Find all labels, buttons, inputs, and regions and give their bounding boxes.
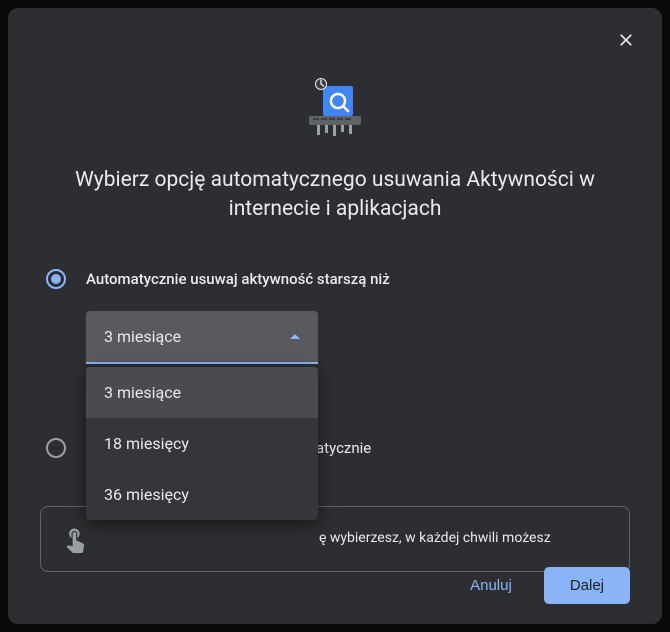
duration-select-trigger[interactable]: 3 miesiące	[86, 311, 318, 364]
duration-select: 3 miesiące 3 miesiące 18 miesięcy 36 mie…	[86, 311, 318, 364]
duration-option-18m[interactable]: 18 miesięcy	[86, 418, 318, 469]
dialog-footer: Anuluj Dalej	[452, 567, 630, 604]
next-button[interactable]: Dalej	[544, 567, 630, 604]
tap-gesture-icon	[61, 525, 89, 553]
shredder-icon	[299, 78, 371, 138]
option-auto-delete[interactable]: Automatycznie usuwaj aktywność starszą n…	[46, 269, 624, 289]
info-text: ę wybierzesz, w każdej chwili możesz	[319, 529, 551, 549]
radio-unselected-icon	[46, 438, 66, 458]
cancel-button[interactable]: Anuluj	[452, 567, 530, 604]
chevron-up-icon	[290, 334, 300, 339]
close-icon	[616, 30, 636, 50]
duration-dropdown: 3 miesiące 18 miesięcy 36 miesięcy	[86, 367, 318, 520]
dialog-title: Wybierz opcję automatycznego usuwania Ak…	[40, 166, 630, 225]
hero-illustration	[40, 78, 630, 138]
duration-option-36m[interactable]: 36 miesięcy	[86, 469, 318, 520]
duration-selected-value: 3 miesiące	[104, 327, 181, 346]
duration-option-3m[interactable]: 3 miesiące	[86, 367, 318, 418]
close-button[interactable]	[612, 26, 640, 54]
option-auto-delete-label: Automatycznie usuwaj aktywność starszą n…	[86, 270, 390, 288]
radio-selected-icon	[46, 269, 66, 289]
auto-delete-dialog: Wybierz opcję automatycznego usuwania Ak…	[8, 8, 662, 624]
options-group: Automatycznie usuwaj aktywność starszą n…	[40, 269, 630, 364]
option-no-auto-delete-label: atycznie	[316, 439, 371, 457]
